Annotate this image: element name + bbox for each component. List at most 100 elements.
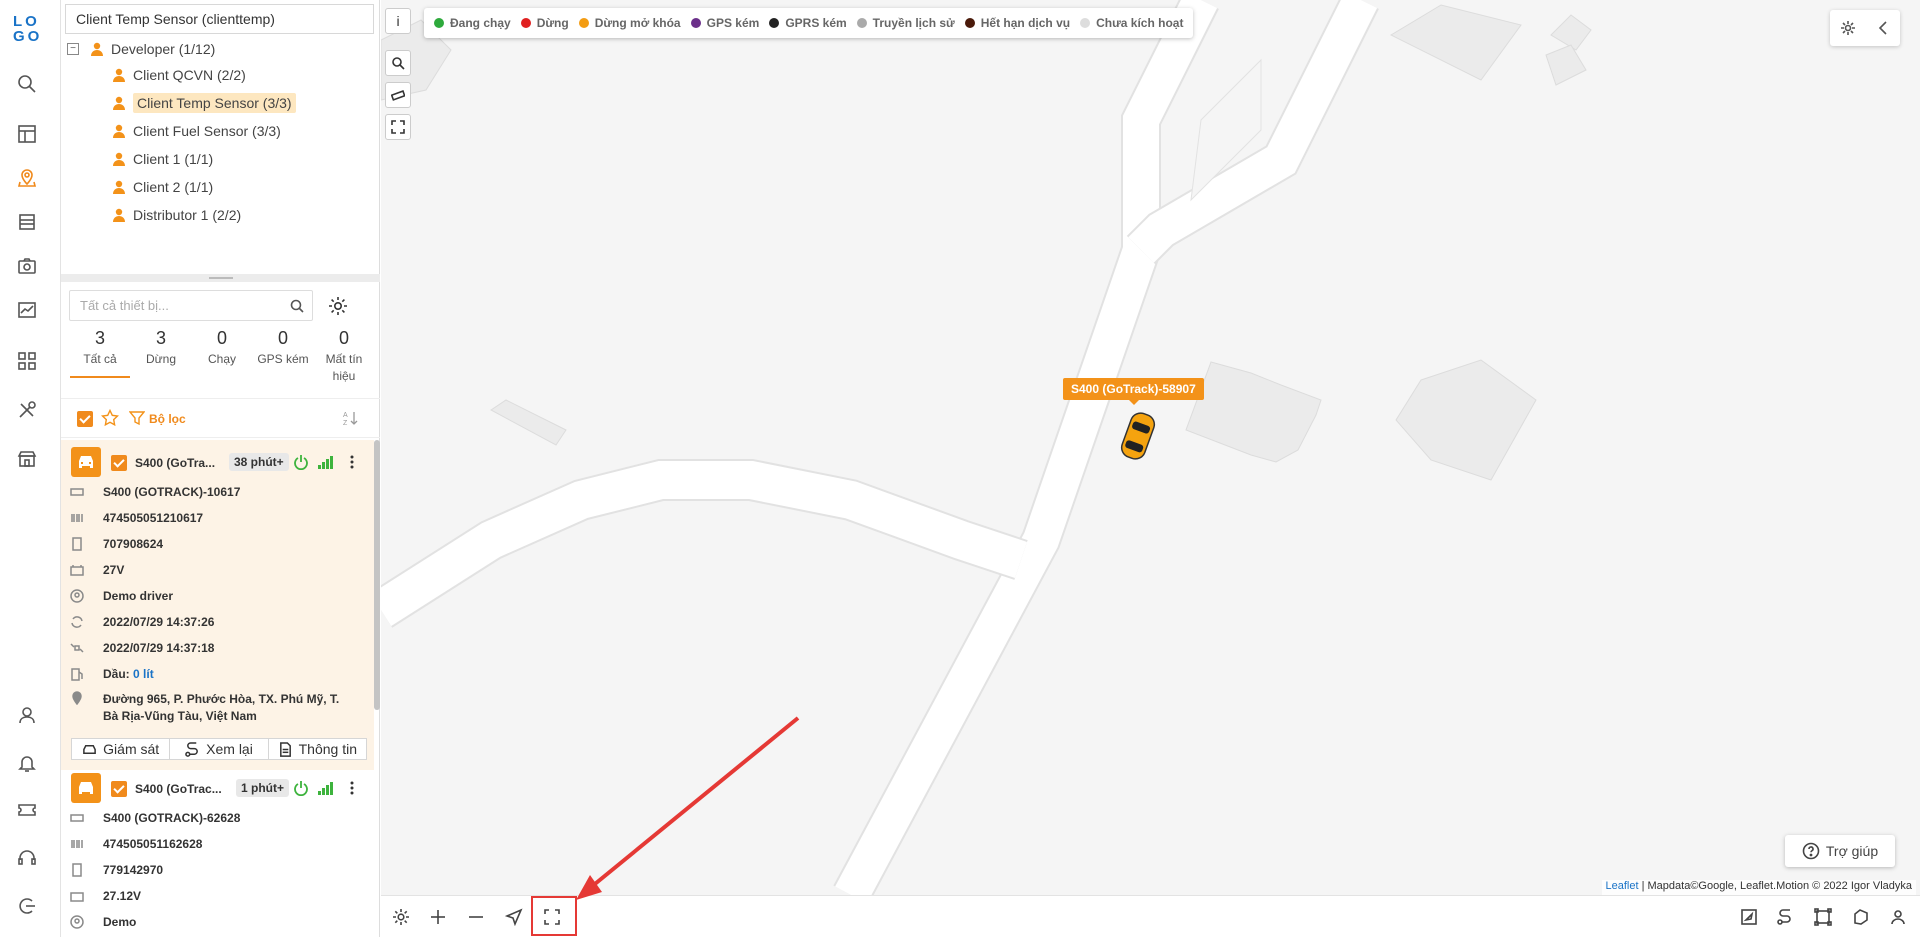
tree-item[interactable]: Client QCVN (2/2) [111, 64, 246, 86]
device-card[interactable]: S400 (GoTra... 38 phút+ S400 (GOTRACK)-1… [61, 440, 374, 770]
info-button[interactable]: i [385, 8, 411, 34]
apps-icon[interactable] [14, 348, 40, 374]
stat-gps-weak[interactable]: 0 GPS kém [253, 325, 313, 368]
tree-item[interactable]: Distributor 1 (2/2) [111, 204, 241, 226]
camera-icon[interactable] [14, 253, 40, 279]
device-search-placeholder: Tất cả thiết bị... [80, 298, 169, 313]
search-icon[interactable] [290, 299, 304, 313]
tree-item-selected[interactable]: Client Temp Sensor (3/3) [111, 92, 296, 114]
select-all-checkbox[interactable] [77, 411, 93, 427]
tree-item[interactable]: Client 2 (1/1) [111, 176, 213, 198]
panel-scrollbar[interactable] [374, 440, 380, 710]
sync-icon [69, 615, 85, 629]
vehicle-marker-label[interactable]: S400 (GoTrack)-58907 [1063, 378, 1204, 405]
sim-icon [69, 537, 85, 551]
bell-icon[interactable] [14, 750, 40, 776]
panel-splitter[interactable] [61, 274, 380, 282]
store-icon[interactable] [14, 209, 40, 235]
expand-icon[interactable] [385, 114, 411, 140]
help-button[interactable]: Trợ giúp [1785, 835, 1895, 867]
stat-stopped[interactable]: 3 Dừng [131, 325, 191, 368]
collapse-icon[interactable]: − [67, 43, 79, 55]
legend-item-inactive: Chưa kích hoạt [1080, 16, 1183, 30]
settings-gear-icon[interactable] [327, 295, 349, 317]
device-card[interactable]: S400 (GoTrac... 1 phút+ S400 (GOTRACK)-6… [61, 772, 374, 937]
user-icon[interactable] [14, 702, 40, 728]
device-voltage-row: 27.12V [69, 887, 141, 905]
filter-label[interactable]: Bộ lọc [149, 412, 186, 426]
map-roads [381, 0, 1592, 895]
filter-icon[interactable] [129, 410, 145, 426]
device-voltage: 27V [103, 563, 125, 577]
fuel-value: 0 lít [133, 667, 154, 681]
map-canvas[interactable]: i Đang chạy Dừng Dừng mở khóa GPS kém GP… [381, 0, 1920, 895]
stat-all[interactable]: 3 Tất cả [70, 325, 130, 378]
status-badge: 1 phút+ [236, 779, 290, 797]
device-voltage: 27.12V [103, 889, 142, 903]
logout-icon[interactable] [14, 893, 40, 919]
locate-icon[interactable] [1738, 906, 1760, 928]
headset-icon[interactable] [14, 845, 40, 871]
layout-icon[interactable] [14, 121, 40, 147]
ticket-icon[interactable] [14, 797, 40, 823]
device-search-input[interactable]: Tất cả thiết bị... [69, 290, 313, 321]
user-icon [113, 124, 125, 138]
stat-no-signal[interactable]: 0 Mất tín hiệu [314, 325, 374, 385]
sort-icon[interactable]: AZ [342, 409, 360, 427]
area-select-icon[interactable] [1812, 906, 1834, 928]
power-icon [294, 455, 308, 470]
help-label: Trợ giúp [1825, 843, 1879, 859]
map-search-icon[interactable] [385, 50, 411, 76]
device-gps-time: 2022/07/29 14:37:18 [103, 641, 215, 655]
battery-icon [69, 889, 85, 903]
highlight-box [531, 896, 577, 936]
chevron-left-icon[interactable] [1875, 20, 1891, 36]
map-pin-icon[interactable] [14, 165, 40, 191]
info-button-label: i [396, 13, 400, 29]
monitor-label: Giám sát [103, 741, 160, 757]
device-checkbox[interactable] [111, 781, 127, 797]
status-legend: Đang chạy Dừng Dừng mở khóa GPS kém GPRS… [424, 8, 1194, 38]
more-menu-icon[interactable] [349, 780, 355, 796]
tools-icon[interactable] [14, 397, 40, 423]
device-driver-row: Demo [69, 913, 136, 931]
geofence-icon[interactable] [1850, 906, 1872, 928]
star-icon[interactable] [101, 409, 119, 427]
settings-gear-icon[interactable] [390, 906, 412, 928]
device-checkbox[interactable] [111, 455, 127, 471]
route-icon[interactable] [1774, 906, 1796, 928]
tree-item-label: Client Fuel Sensor (3/3) [133, 123, 281, 139]
user-icon [113, 208, 125, 222]
leaflet-link[interactable]: Leaflet [1606, 880, 1639, 892]
info-label: Thông tin [298, 741, 357, 757]
settings-gear-icon[interactable] [1840, 20, 1856, 36]
map-user-icon[interactable] [1887, 906, 1909, 928]
account-search-input[interactable]: Client Temp Sensor (clienttemp) [65, 4, 374, 34]
device-phone-row: 707908624 [69, 535, 163, 553]
zoom-out-icon[interactable] [465, 906, 487, 928]
ruler-icon[interactable] [385, 82, 411, 108]
legend-item-gprs-weak: GPRS kém [769, 16, 847, 30]
tree-item[interactable]: Client Fuel Sensor (3/3) [111, 120, 281, 142]
zoom-in-icon[interactable] [427, 906, 449, 928]
tree-root[interactable]: − Developer (1/12) [67, 38, 215, 60]
shop-icon[interactable] [14, 446, 40, 472]
legend-item-running: Đang chạy [434, 16, 511, 30]
monitor-button[interactable]: Giám sát [72, 739, 171, 759]
search-icon[interactable] [14, 71, 40, 97]
more-menu-icon[interactable] [349, 454, 355, 470]
map-bottom-toolbar [381, 895, 1920, 937]
info-button[interactable]: Thông tin [269, 739, 366, 759]
tree-root-label: Developer (1/12) [111, 41, 216, 57]
power-icon [294, 781, 308, 796]
stat-running[interactable]: 0 Chạy [192, 325, 252, 368]
navigate-icon[interactable] [503, 906, 525, 928]
tree-item[interactable]: Client 1 (1/1) [111, 148, 213, 170]
device-address: Đường 965, P. Phước Hòa, TX. Phú Mỹ, T. … [103, 692, 340, 723]
device-code-row: 474505051162628 [69, 835, 202, 853]
chart-icon[interactable] [14, 297, 40, 323]
playback-button[interactable]: Xem lại [170, 739, 269, 759]
list-toolbar: Bộ lọc AZ [61, 398, 380, 438]
logo-line-2: GO [13, 28, 43, 45]
user-icon [113, 68, 125, 82]
